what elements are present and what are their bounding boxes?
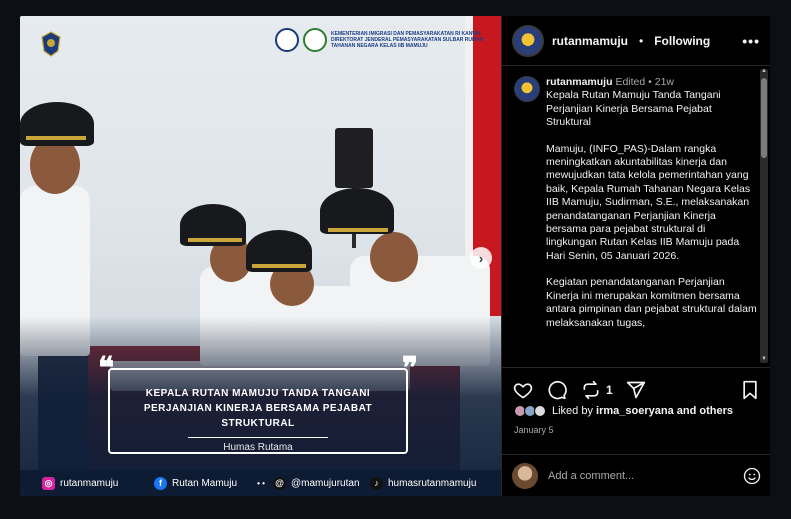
share-button[interactable] [625, 379, 647, 401]
caption-paragraph: Mamuju, (INFO_PAS)-Dalam rangka meningka… [546, 142, 751, 262]
instagram-icon: ◎ [42, 476, 55, 490]
comment-button[interactable] [546, 379, 568, 401]
likes-text: Liked by irma_soeryana and others [552, 405, 733, 417]
headline-text: KEPALA RUTAN MAMUJU TANDA TANGANI PERJAN… [143, 388, 373, 429]
caption-section: rutanmamuju Edited • 21w Kepala Rutan Ma… [502, 66, 770, 367]
post-modal: KEMENTERIAN IMIGRASI DAN PEMASYARAKATAN … [20, 16, 770, 496]
caption-paragraph: Kepala Rutan Mamuju Tanda Tangani Perjan… [546, 89, 721, 129]
threads-icon: @ [273, 476, 286, 490]
post-header: rutanmamuju • Following ••• [502, 16, 770, 66]
comment-composer: Add a comment... [502, 454, 770, 496]
post-image[interactable]: KEMENTERIAN IMIGRASI DAN PEMASYARAKATAN … [20, 16, 501, 496]
caption-paragraph: Kegiatan penandatanganan Perjanjian Kine… [546, 276, 757, 329]
ministry-logo-icon [275, 28, 299, 52]
liker-username[interactable]: irma_soeryana [596, 405, 674, 417]
repost-icon [583, 380, 599, 399]
close-quote-icon: ❞ [401, 351, 418, 386]
following-button[interactable]: Following [654, 34, 710, 48]
social-instagram: ◎ rutanmamuju [42, 476, 154, 490]
repost-button[interactable] [580, 379, 602, 401]
social-label: rutanmamuju [60, 477, 119, 489]
likes-summary: Liked by irma_soeryana and others [514, 405, 733, 417]
headline-subtitle: Humas Rutama [223, 442, 293, 453]
social-facebook: f Rutan Mamuju [154, 476, 254, 490]
pas-logo-icon [303, 28, 327, 52]
meta-separator: • [648, 76, 652, 88]
likes-prefix: Liked by [552, 405, 593, 417]
dots-icon: • • [257, 478, 265, 488]
scroll-up-icon[interactable]: ▲ [760, 68, 768, 74]
post-date[interactable]: January 5 [514, 425, 554, 435]
scrollbar-thumb[interactable] [761, 78, 767, 158]
author-username[interactable]: rutanmamuju [552, 34, 628, 48]
comment-icon [548, 380, 567, 399]
headline-divider [188, 437, 328, 438]
speaker [335, 128, 373, 188]
caption-body: rutanmamuju Edited • 21w Kepala Rutan Ma… [546, 76, 757, 367]
social-handles-bar: ◎ rutanmamuju f Rutan Mamuju • • @ @mamu… [20, 470, 501, 496]
institution-logos: KEMENTERIAN IMIGRASI DAN PEMASYARAKATAN … [275, 28, 501, 52]
save-button[interactable] [739, 379, 761, 401]
scroll-down-icon[interactable]: ▼ [760, 356, 768, 362]
correctional-emblem-icon [41, 31, 61, 57]
viewer-avatar [512, 462, 538, 489]
heart-icon [513, 382, 533, 398]
social-threads: • • @ @mamujurutan [254, 476, 370, 490]
like-button[interactable] [512, 379, 534, 401]
send-icon [626, 381, 645, 398]
tiktok-icon: ♪ [370, 476, 383, 490]
more-options-icon[interactable]: ••• [742, 33, 760, 49]
facebook-icon: f [154, 476, 167, 490]
institution-name: KEMENTERIAN IMIGRASI DAN PEMASYARAKATAN … [331, 31, 484, 49]
social-label: humasrutanmamuju [388, 477, 477, 489]
edited-label: Edited [615, 76, 646, 88]
comment-input[interactable]: Add a comment... [548, 470, 733, 482]
caption-username[interactable]: rutanmamuju [546, 76, 613, 88]
social-tiktok: ♪ humasrutanmamuju [370, 476, 477, 490]
next-image-button[interactable]: › [470, 247, 492, 269]
headline-box: ❝ ❞ KEPALA RUTAN MAMUJU TANDA TANGANI PE… [98, 354, 418, 454]
post-details-panel: rutanmamuju • Following ••• rutanmamuju … [501, 16, 770, 496]
caption-author-avatar[interactable] [514, 76, 540, 102]
likes-suffix[interactable]: and others [677, 405, 733, 417]
social-label: @mamujurutan [291, 477, 360, 489]
bookmark-icon [743, 380, 757, 399]
repost-count[interactable]: 1 [606, 383, 613, 397]
post-age[interactable]: 21w [655, 76, 674, 88]
caption-meta: rutanmamuju Edited • 21w [546, 76, 757, 89]
liker-avatar[interactable] [534, 405, 546, 417]
social-label: Rutan Mamuju [172, 477, 238, 489]
header-separator: • [639, 33, 644, 48]
open-quote-icon: ❝ [98, 351, 115, 386]
emoji-icon[interactable] [743, 467, 761, 485]
author-avatar[interactable] [512, 24, 544, 57]
